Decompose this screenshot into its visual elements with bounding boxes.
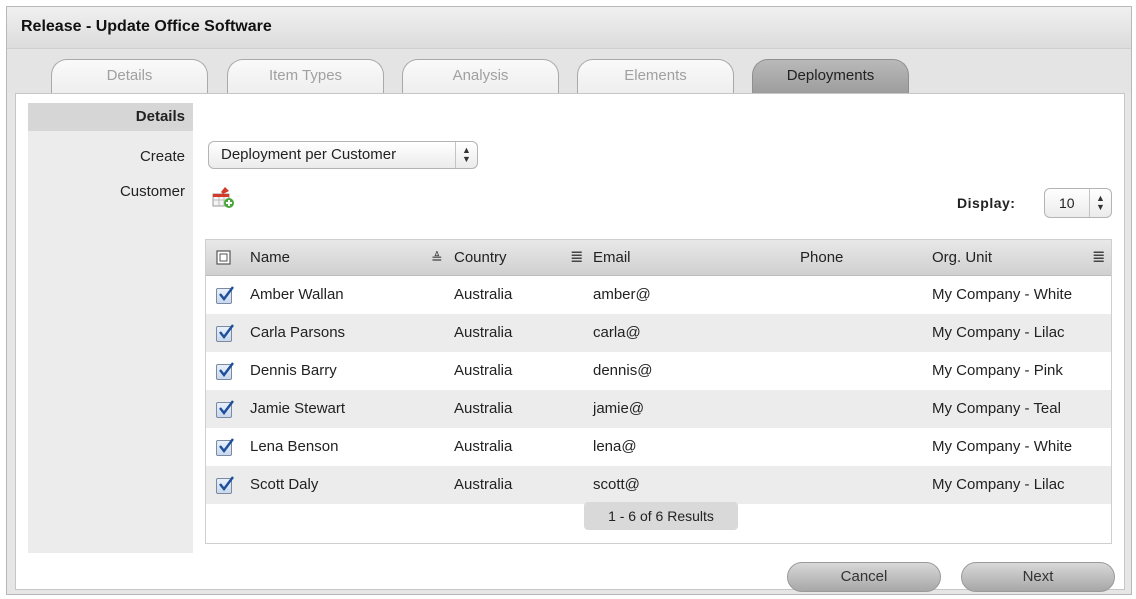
deployments-panel: Details Create Customer Deployment per C… xyxy=(15,93,1125,592)
column-phone[interactable]: Phone xyxy=(800,240,843,276)
cell-country: Australia xyxy=(454,362,513,379)
table-row[interactable]: Jamie Stewart Australia jamie@ My Compan… xyxy=(206,390,1111,428)
select-arrows-icon: ▲ ▼ xyxy=(455,142,477,168)
cell-email: jamie@ xyxy=(593,400,645,417)
create-label: Create xyxy=(139,148,185,165)
tab-bar: Details Item Types Analysis Elements Dep… xyxy=(7,49,1131,93)
display-select[interactable]: 10 ▲ ▼ xyxy=(1044,188,1112,218)
cell-email: lena@ xyxy=(593,438,637,455)
cell-name: Amber Wallan xyxy=(250,286,344,303)
cell-org-unit: My Company - Lilac xyxy=(932,324,1065,341)
row-checkbox[interactable] xyxy=(216,400,234,418)
results-pager: 1 - 6 of 6 Results xyxy=(584,502,738,530)
page-title: Release - Update Office Software xyxy=(21,18,272,35)
tab-details[interactable]: Details xyxy=(51,59,208,93)
select-all-checkbox[interactable] xyxy=(216,240,232,276)
title-bar: Release - Update Office Software xyxy=(7,7,1131,49)
cell-country: Australia xyxy=(454,476,513,493)
select-arrows-icon: ▲ ▼ xyxy=(1089,189,1111,217)
sort-icon[interactable]: ≜ xyxy=(431,240,443,276)
cell-org-unit: My Company - Pink xyxy=(932,362,1063,379)
customer-table: Name ≜ Country ≣ Email Phone Org. Unit ≣… xyxy=(205,239,1112,544)
cell-email: amber@ xyxy=(593,286,651,303)
cell-org-unit: My Company - White xyxy=(932,438,1073,455)
cell-org-unit: My Company - Teal xyxy=(932,400,1061,417)
table-row[interactable]: Dennis Barry Australia dennis@ My Compan… xyxy=(206,352,1111,390)
row-checkbox[interactable] xyxy=(216,286,234,304)
cell-email: carla@ xyxy=(593,324,641,341)
column-email[interactable]: Email xyxy=(593,240,631,276)
table-row[interactable]: Scott Daly Australia scott@ My Company -… xyxy=(206,466,1111,504)
table-header: Name ≜ Country ≣ Email Phone Org. Unit ≣ xyxy=(206,240,1111,276)
cell-name: Lena Benson xyxy=(250,438,339,455)
cell-email: scott@ xyxy=(593,476,640,493)
create-select[interactable]: Deployment per Customer ▲ ▼ xyxy=(208,141,478,169)
table-row[interactable]: Amber Wallan Australia amber@ My Company… xyxy=(206,276,1111,314)
tab-deployments[interactable]: Deployments xyxy=(752,59,909,93)
cell-org-unit: My Company - Lilac xyxy=(932,476,1065,493)
tab-analysis[interactable]: Analysis xyxy=(402,59,559,93)
tab-item-types[interactable]: Item Types xyxy=(227,59,384,93)
column-org-unit[interactable]: Org. Unit xyxy=(932,240,992,276)
create-select-value: Deployment per Customer xyxy=(221,146,397,163)
add-customer-icon[interactable] xyxy=(211,185,235,209)
cancel-button[interactable]: Cancel xyxy=(787,562,941,592)
next-button[interactable]: Next xyxy=(961,562,1115,592)
cell-name: Carla Parsons xyxy=(250,324,346,341)
row-checkbox[interactable] xyxy=(216,362,234,380)
cell-country: Australia xyxy=(454,324,513,341)
display-label: Display: xyxy=(957,195,1016,211)
cell-country: Australia xyxy=(454,438,513,455)
section-heading: Details xyxy=(28,103,193,131)
cell-country: Australia xyxy=(454,286,513,303)
release-window: Release - Update Office Software Details… xyxy=(6,6,1132,595)
cell-name: Scott Daly xyxy=(250,476,319,493)
cell-email: dennis@ xyxy=(593,362,653,379)
cell-country: Australia xyxy=(454,400,513,417)
row-checkbox[interactable] xyxy=(216,324,234,342)
cell-name: Dennis Barry xyxy=(250,362,337,379)
label-column: Details Create Customer xyxy=(28,103,193,553)
column-country[interactable]: Country xyxy=(454,240,507,276)
column-name[interactable]: Name xyxy=(250,240,290,276)
display-select-value: 10 xyxy=(1059,195,1075,211)
column-menu-icon[interactable]: ≣ xyxy=(570,240,583,276)
table-row[interactable]: Carla Parsons Australia carla@ My Compan… xyxy=(206,314,1111,352)
table-row[interactable]: Lena Benson Australia lena@ My Company -… xyxy=(206,428,1111,466)
column-menu-icon[interactable]: ≣ xyxy=(1092,240,1105,276)
tab-elements[interactable]: Elements xyxy=(577,59,734,93)
customer-label: Customer xyxy=(119,183,185,200)
row-checkbox[interactable] xyxy=(216,438,234,456)
cell-org-unit: My Company - White xyxy=(932,286,1073,303)
row-checkbox[interactable] xyxy=(216,476,234,494)
cell-name: Jamie Stewart xyxy=(250,400,346,417)
